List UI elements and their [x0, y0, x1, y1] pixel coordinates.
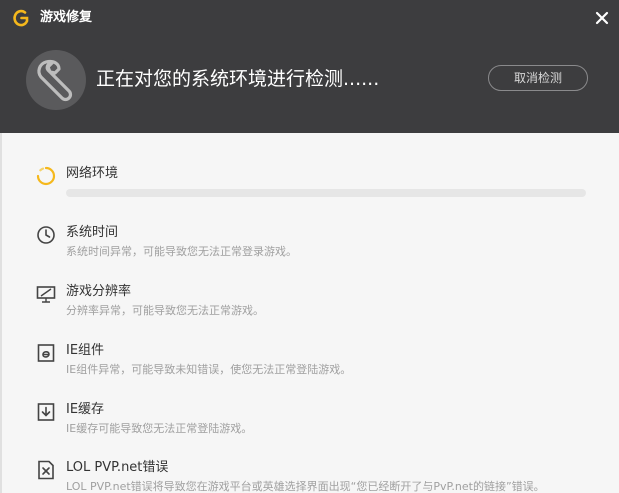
wrench-icon [37, 59, 73, 102]
cancel-scan-button[interactable]: 取消检测 [488, 65, 588, 91]
check-title: 系统时间 [66, 225, 119, 240]
check-title: IE缓存 [66, 402, 105, 417]
check-description: LOL PVP.net错误将导致您在游戏平台或英雄选择界面出现“您已经断开了与P… [66, 480, 545, 493]
check-progress-bar [66, 189, 586, 197]
check-description: IE组件异常，可能导致未知错误，使您无法正常登陆游戏。 [66, 363, 352, 376]
check-description: 系统时间异常，可能导致您无法正常登录游戏。 [66, 245, 297, 258]
check-title: LOL PVP.net错误 [66, 460, 169, 475]
check-title: IE组件 [66, 343, 105, 358]
window-title: 游戏修复 [40, 10, 93, 25]
wrench-badge [26, 50, 86, 110]
monitor-icon [36, 286, 56, 303]
check-title: 网络环境 [66, 166, 119, 181]
error-file-icon [38, 460, 54, 480]
header-panel: 游戏修复 正在对您的系统环境进行检测...... 取消检测 [0, 0, 619, 133]
download-cache-icon [37, 403, 55, 421]
ie-icon [37, 344, 55, 362]
check-title: 游戏分辨率 [66, 284, 132, 299]
left-edge [0, 133, 2, 493]
check-description: 分辨率异常，可能导致您无法正常游戏。 [66, 304, 264, 317]
clock-icon [37, 226, 55, 244]
title-bar: 游戏修复 [0, 0, 619, 36]
scan-status-title: 正在对您的系统环境进行检测...... [96, 68, 380, 90]
close-icon[interactable] [591, 8, 613, 28]
game-logo-icon [13, 9, 29, 27]
loading-spinner-icon [36, 166, 56, 186]
check-description: IE缓存可能导致您无法正常登陆游戏。 [66, 422, 253, 435]
